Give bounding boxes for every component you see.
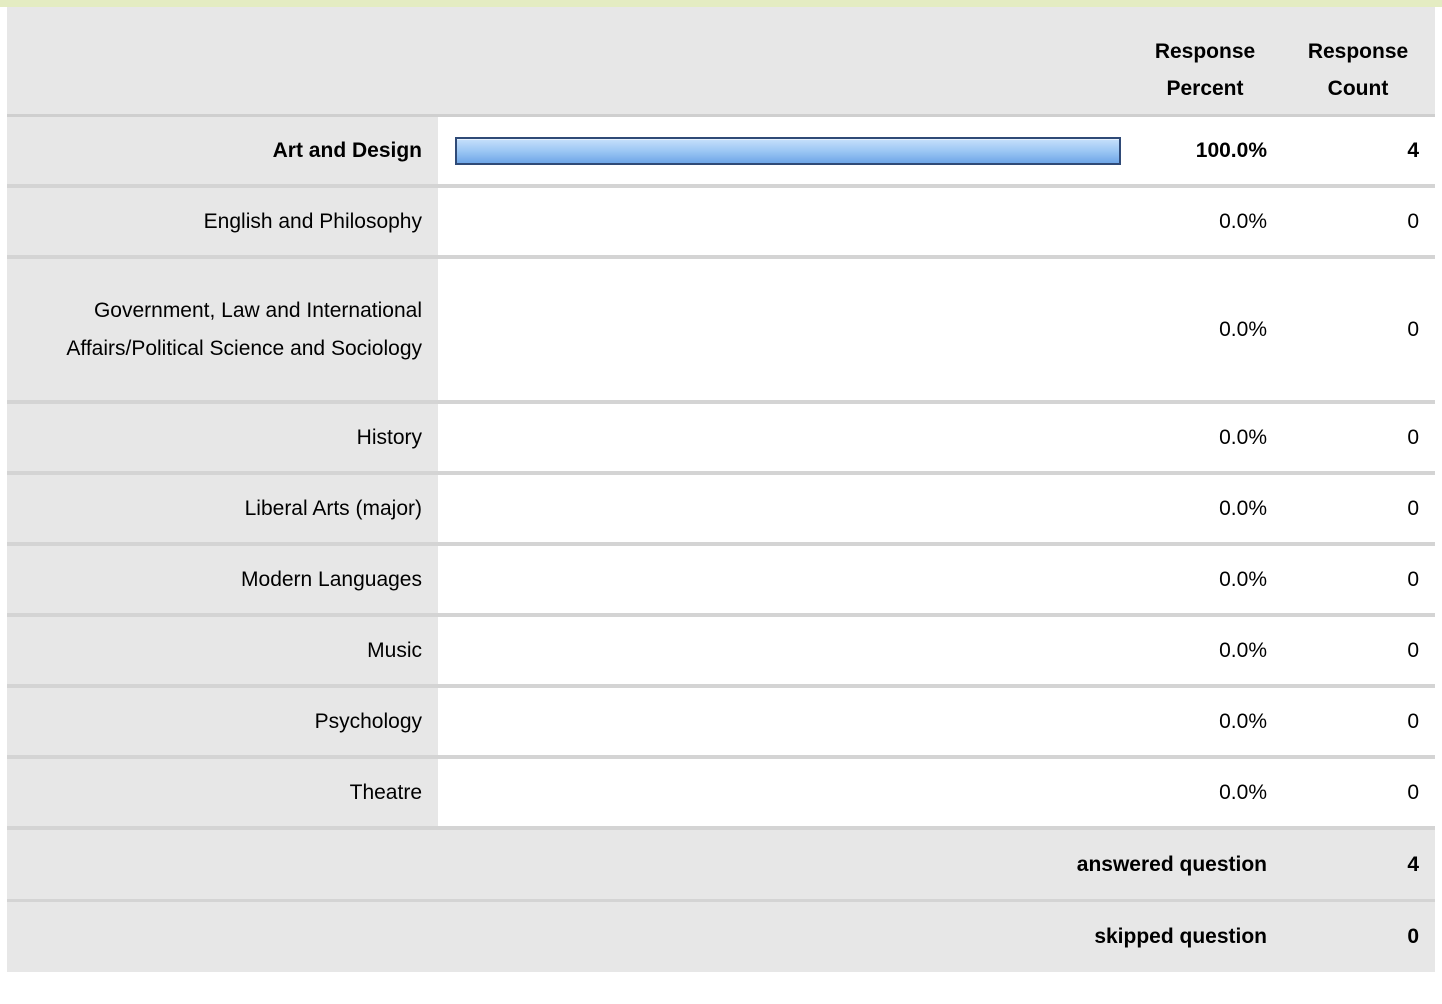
row-label: Modern Languages xyxy=(241,567,422,591)
survey-results-table: Response Percent Response Count Art and … xyxy=(7,7,1435,972)
table-row: English and Philosophy 0.0% 0 xyxy=(7,188,1435,259)
row-label-cell: Music xyxy=(7,617,438,684)
row-label-cell: Art and Design xyxy=(7,117,438,184)
response-percent: 0.0% xyxy=(1219,496,1267,520)
response-bar-track xyxy=(455,637,1121,665)
skipped-question-value: 0 xyxy=(1407,925,1419,948)
response-count: 0 xyxy=(1407,567,1419,591)
top-border xyxy=(0,0,1442,7)
row-bar-cell xyxy=(455,188,1121,255)
response-bar-track xyxy=(455,208,1121,236)
response-percent: 0.0% xyxy=(1219,425,1267,449)
header-response-count: Response Count xyxy=(1283,33,1433,107)
response-count: 0 xyxy=(1407,425,1419,449)
table-row: Modern Languages 0.0% 0 xyxy=(7,546,1435,617)
row-label: Liberal Arts (major) xyxy=(244,496,422,520)
response-bar-track xyxy=(455,136,1121,165)
row-label: Art and Design xyxy=(272,138,422,162)
row-bar-cell xyxy=(455,404,1121,471)
row-bar-cell xyxy=(455,259,1121,400)
response-bar-track xyxy=(455,316,1121,344)
response-bar-track xyxy=(455,424,1121,452)
table-row: History 0.0% 0 xyxy=(7,404,1435,475)
table-row: Liberal Arts (major) 0.0% 0 xyxy=(7,475,1435,546)
row-label: Theatre xyxy=(349,780,422,804)
row-label-cell: English and Philosophy xyxy=(7,188,438,255)
header-response-count-line2: Count xyxy=(1327,77,1389,100)
response-percent: 100.0% xyxy=(1195,138,1267,162)
table-row: Music 0.0% 0 xyxy=(7,617,1435,688)
row-bar-cell xyxy=(455,617,1121,684)
table-header: Response Percent Response Count xyxy=(7,7,1435,117)
table-row: Art and Design 100.0% 4 xyxy=(7,117,1435,188)
header-response-percent-line2: Percent xyxy=(1166,77,1244,100)
header-response-percent-line1: Response xyxy=(1154,40,1256,63)
response-bar-track xyxy=(455,708,1121,736)
response-count: 0 xyxy=(1407,209,1419,233)
row-label-cell: Psychology xyxy=(7,688,438,755)
row-label: Music xyxy=(367,638,422,662)
table-row: Theatre 0.0% 0 xyxy=(7,759,1435,830)
response-count: 0 xyxy=(1407,638,1419,662)
response-percent: 0.0% xyxy=(1219,567,1267,591)
response-bar-track xyxy=(455,495,1121,523)
row-label-cell: Modern Languages xyxy=(7,546,438,613)
row-label: Government, Law and International Affair… xyxy=(66,298,422,360)
response-percent: 0.0% xyxy=(1219,317,1267,341)
skipped-question-row: skipped question 0 xyxy=(7,902,1435,972)
response-count: 4 xyxy=(1407,138,1419,162)
response-bar-track xyxy=(455,779,1121,807)
table-body: Art and Design 100.0% 4 English and Philoso… xyxy=(7,117,1435,830)
row-label: Psychology xyxy=(314,709,422,733)
row-label: English and Philosophy xyxy=(203,209,422,233)
row-bar-cell xyxy=(455,759,1121,826)
response-count: 0 xyxy=(1407,317,1419,341)
row-bar-cell xyxy=(455,688,1121,755)
row-label-cell: Liberal Arts (major) xyxy=(7,475,438,542)
answered-question-value: 4 xyxy=(1407,852,1419,876)
answered-question-row: answered question 4 xyxy=(7,830,1435,902)
response-percent: 0.0% xyxy=(1219,709,1267,733)
response-percent: 0.0% xyxy=(1219,638,1267,662)
response-bar-track xyxy=(455,566,1121,594)
response-count: 0 xyxy=(1407,709,1419,733)
table-row: Government, Law and International Affair… xyxy=(7,259,1435,404)
skipped-question-label: skipped question xyxy=(1094,925,1267,948)
response-count: 0 xyxy=(1407,780,1419,804)
header-response-count-line1: Response xyxy=(1307,40,1409,63)
answered-question-label: answered question xyxy=(1076,852,1267,876)
response-bar xyxy=(455,136,1121,165)
row-label-cell: Theatre xyxy=(7,759,438,826)
table-row: Psychology 0.0% 0 xyxy=(7,688,1435,759)
row-label: History xyxy=(356,425,422,449)
response-percent: 0.0% xyxy=(1219,780,1267,804)
row-label-cell: Government, Law and International Affair… xyxy=(7,259,438,400)
response-percent: 0.0% xyxy=(1219,209,1267,233)
response-count: 0 xyxy=(1407,496,1419,520)
row-bar-cell xyxy=(455,117,1121,184)
header-response-percent: Response Percent xyxy=(1135,33,1275,107)
row-label-cell: History xyxy=(7,404,438,471)
row-bar-cell xyxy=(455,546,1121,613)
row-bar-cell xyxy=(455,475,1121,542)
